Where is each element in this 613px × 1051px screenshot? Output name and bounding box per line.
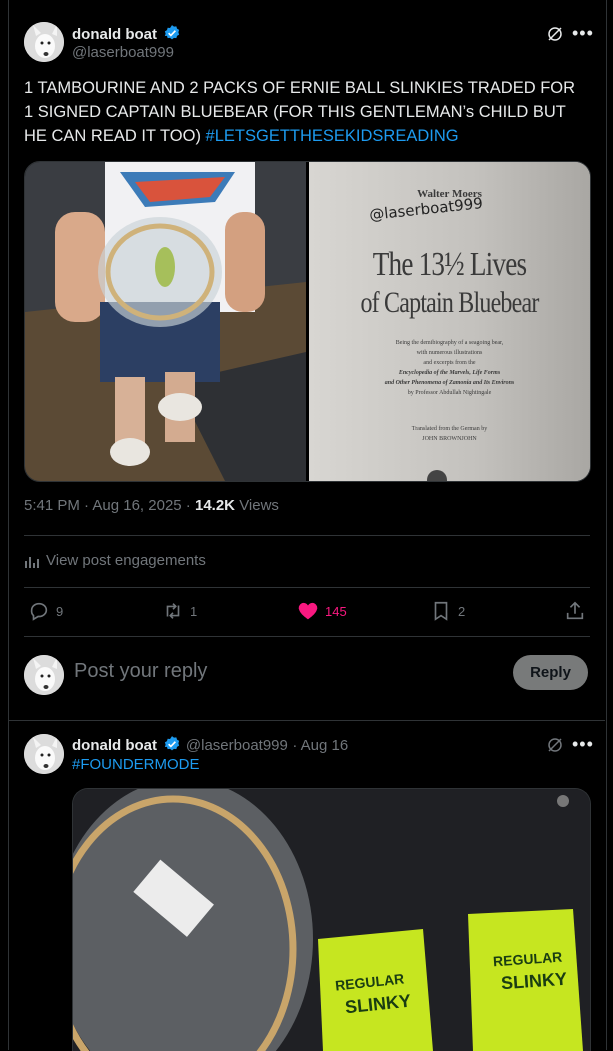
repost-action[interactable]: 1 [162, 600, 197, 622]
book-desc-line: Being the demibiography of a seagoing be… [395, 340, 504, 346]
author-avatar[interactable] [24, 22, 64, 62]
view-count: 14.2K [194, 497, 236, 514]
analytics-icon [25, 556, 39, 568]
reply-button[interactable]: Reply [513, 655, 588, 690]
heart-icon [298, 602, 318, 620]
thread-separator [8, 720, 605, 721]
post-time[interactable]: 5:41 PM [24, 497, 80, 514]
verified-badge-icon [165, 736, 180, 751]
reply-input[interactable]: Post your reply [74, 660, 207, 683]
reply-media-photo[interactable]: REGULAR SLINKY REGULAR SLINKY [72, 788, 591, 1051]
viewer-avatar [24, 655, 64, 695]
reply-bubble-icon [30, 602, 48, 621]
book-desc-line: with numerous illustrations [416, 350, 483, 356]
reply-author-avatar[interactable] [24, 734, 64, 774]
book-translator-line: JOHN BROWNJOHN [422, 436, 477, 442]
book-translator-line: Translated from the German by [411, 426, 488, 432]
reply-author-name[interactable]: donald boat [72, 737, 157, 754]
like-count: 145 [325, 603, 347, 619]
author-handle[interactable]: @laserboat999 [72, 44, 174, 61]
post-metadata: 5:41 PM · Aug 16, 2025 · 14.2K Views [24, 497, 279, 514]
engagements-label[interactable]: View post engagements [46, 552, 206, 569]
repost-count: 1 [190, 603, 198, 619]
more-options-icon[interactable]: ••• [572, 23, 594, 44]
post-hashtag-link[interactable]: #LETSGETTHESEKIDSREADING [206, 127, 459, 145]
book-desc-line: and Other Phenomena of Zamonia and Its E… [384, 380, 515, 386]
share-icon [566, 601, 584, 620]
more-options-icon[interactable]: ••• [572, 734, 594, 755]
reply-action[interactable]: 9 [28, 600, 63, 622]
tambourine-photo-image [25, 162, 306, 481]
book-desc-line: and excerpts from the [423, 360, 476, 366]
book-translator: Translated from the German by JOHN BROWN… [309, 424, 590, 444]
dog-avatar-icon [24, 734, 64, 774]
repost-icon [166, 603, 180, 619]
divider [24, 636, 590, 637]
grok-icon[interactable] [546, 736, 564, 759]
post-text: 1 TAMBOURINE AND 2 PACKS OF ERNIE BALL S… [24, 76, 584, 148]
reply-author-handle[interactable]: @laserboat999 [186, 737, 288, 754]
book-desc-line: Encyclopedia of the Marvels, Life Forms [398, 370, 501, 376]
reply-count: 9 [56, 603, 64, 619]
views-label: Views [239, 497, 279, 514]
divider [24, 587, 590, 588]
book-desc-line: by Professor Abdullah Nightingale [407, 390, 492, 396]
book-description: Being the demibiography of a seagoing be… [309, 338, 590, 398]
post-date[interactable]: Aug 16, 2025 [92, 497, 181, 514]
book-title-line1: The 13½ Lives [372, 246, 527, 283]
media-photo-tambourine[interactable] [25, 162, 306, 481]
post-actions-bar: 9 1 145 2 [24, 600, 590, 624]
slinky-strings-photo-image [73, 789, 590, 1051]
divider [24, 535, 590, 536]
reply-date[interactable]: Aug 16 [301, 737, 349, 754]
author-name-row[interactable]: donald boat [72, 24, 181, 44]
grok-icon[interactable] [546, 25, 564, 48]
bookmark-icon [434, 601, 448, 621]
bookmark-count: 2 [458, 603, 466, 619]
reply-hashtag-link[interactable]: #FOUNDERMODE [72, 756, 200, 773]
bookmark-action[interactable]: 2 [430, 600, 465, 622]
author-name[interactable]: donald boat [72, 26, 157, 43]
verified-badge-icon [165, 25, 180, 40]
like-action[interactable]: 145 [297, 600, 347, 622]
post-media-grid[interactable]: Walter Moers @laserboat999 The 13½ Lives… [24, 161, 591, 482]
media-photo-book-page[interactable]: Walter Moers @laserboat999 The 13½ Lives… [309, 162, 590, 481]
view-engagements-link[interactable]: View post engagements [24, 552, 206, 569]
dog-avatar-icon [24, 655, 64, 695]
dog-avatar-icon [24, 22, 64, 62]
share-action[interactable] [564, 600, 586, 622]
book-title-line2: of Captain Bluebear [360, 286, 539, 319]
reply-header: donald boat @laserboat999 · Aug 16 [72, 736, 349, 754]
